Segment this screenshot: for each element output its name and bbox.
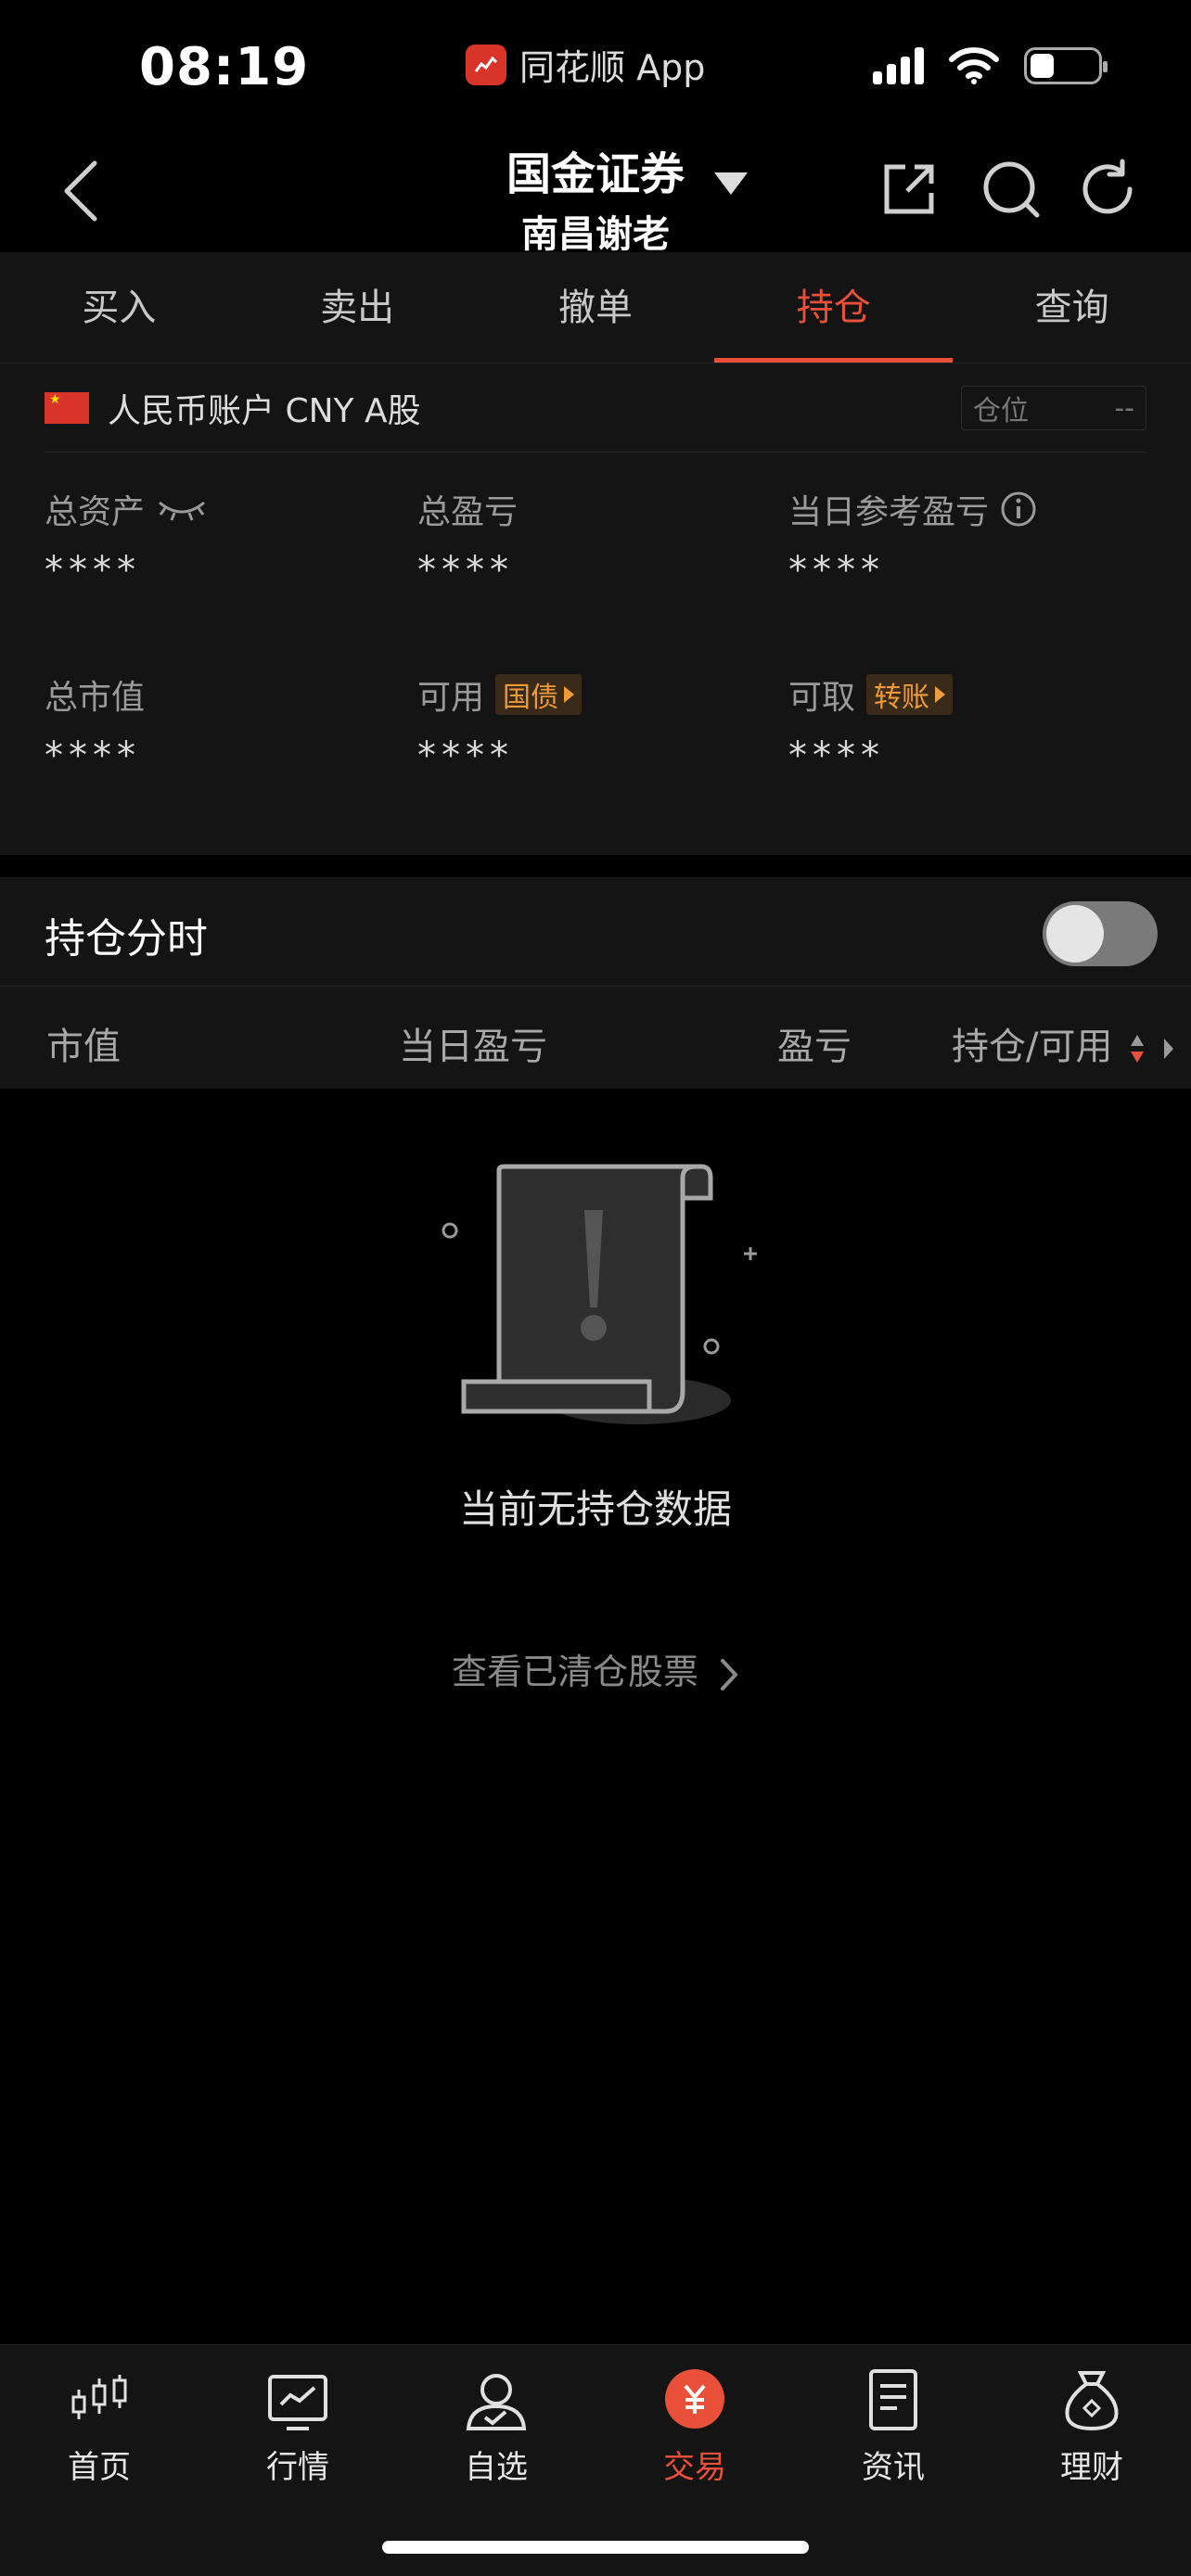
status-app-indicator[interactable]: 同花顺 App — [466, 39, 705, 90]
account-panel: 人民币账户 CNY A股 仓位 -- 总资产 **** 总盈亏 **** 当日参… — [0, 363, 1191, 855]
sort-icon — [1131, 1035, 1145, 1063]
nav-wealth-label: 理财 — [1060, 2449, 1123, 2486]
chevron-right-icon — [721, 1658, 738, 1690]
nav-home[interactable]: 首页 — [0, 2345, 198, 2576]
position-value: -- — [1114, 391, 1134, 425]
user-icon — [466, 2374, 527, 2430]
status-time: 08:19 — [139, 37, 310, 97]
nav-market[interactable]: 行情 — [198, 2345, 397, 2576]
home-indicator[interactable] — [382, 2541, 809, 2554]
nav-news[interactable]: 资讯 — [794, 2345, 992, 2576]
account-label: 人民币账户 CNY A股 — [108, 391, 421, 430]
status-app-name: 同花顺 App — [519, 47, 706, 88]
toggle-knob — [1046, 905, 1104, 963]
holdings-intraday-bar: 持仓分时 — [0, 877, 1191, 987]
total-assets-value: **** — [45, 549, 141, 592]
chart-icon — [268, 2375, 327, 2430]
play-arrow-icon — [935, 686, 946, 703]
column-daily-pnl[interactable]: 当日盈亏 — [399, 1016, 547, 1070]
account-row: 人民币账户 CNY A股 仓位 -- — [45, 363, 1146, 453]
stat-available: 可用 国债 **** — [417, 671, 788, 777]
nav-header: 国金证券 南昌谢老 — [0, 130, 1191, 256]
column-market-value[interactable]: 市值 — [46, 1016, 121, 1070]
withdrawable-label: 可取 — [788, 679, 856, 717]
nav-trade-label: 交易 — [663, 2449, 726, 2486]
nav-watchlist-label: 自选 — [465, 2449, 528, 2486]
signal-icon — [873, 47, 924, 84]
info-icon[interactable] — [1000, 491, 1037, 528]
column-pnl[interactable]: 盈亏 — [777, 1016, 852, 1070]
nav-news-label: 资讯 — [862, 2449, 925, 2486]
tab-buy[interactable]: 买入 — [0, 252, 238, 363]
tab-holdings[interactable]: 持仓 — [714, 252, 953, 363]
total-pnl-label: 总盈亏 — [417, 493, 519, 531]
broker-name: 国金证券 — [506, 148, 685, 200]
tab-sell[interactable]: 卖出 — [238, 252, 477, 363]
refresh-icon[interactable] — [1076, 158, 1139, 221]
holdings-intraday-toggle[interactable] — [1043, 901, 1158, 966]
available-value: **** — [417, 734, 514, 777]
chevron-right-icon — [1163, 1039, 1173, 1059]
status-icons — [873, 46, 1108, 85]
column-position-available[interactable]: 持仓/可用 — [952, 1016, 1175, 1070]
daily-pnl-value: **** — [788, 549, 885, 592]
column-position-available-label: 持仓/可用 — [952, 1026, 1113, 1068]
nav-market-label: 行情 — [266, 2449, 329, 2486]
stat-total-pnl: 总盈亏 **** — [417, 486, 788, 592]
position-box: 仓位 -- — [961, 386, 1146, 430]
play-arrow-icon — [564, 686, 575, 703]
empty-state-message: 当前无持仓数据 — [458, 1486, 732, 1532]
empty-document-icon — [442, 1164, 757, 1424]
view-cleared-stocks-link[interactable]: 查看已清仓股票 — [0, 1643, 1191, 1694]
share-icon[interactable] — [877, 158, 941, 221]
transfer-button[interactable]: 转账 — [866, 674, 954, 715]
document-icon — [869, 2369, 917, 2430]
market-value-label: 总市值 — [45, 679, 146, 717]
search-icon[interactable] — [980, 158, 1043, 221]
holdings-intraday-title: 持仓分时 — [45, 915, 208, 963]
withdrawable-value: **** — [788, 734, 885, 777]
daily-pnl-label: 当日参考盈亏 — [788, 493, 990, 531]
china-flag-icon — [45, 391, 89, 424]
battery-level — [1031, 54, 1054, 78]
total-pnl-value: **** — [417, 549, 514, 592]
trade-tabs: 买入 卖出 撤单 持仓 查询 — [0, 252, 1191, 363]
stat-withdrawable: 可取 转账 **** — [788, 671, 1159, 777]
money-bag-icon — [1065, 2371, 1119, 2431]
stat-total-assets: 总资产 **** — [45, 486, 416, 592]
treasury-bond-label: 国债 — [503, 682, 559, 714]
treasury-bond-button[interactable]: 国债 — [495, 674, 583, 715]
position-label: 仓位 — [973, 395, 1029, 427]
app-logo-icon — [466, 44, 506, 85]
holdings-column-header: 市值 当日盈亏 盈亏 持仓/可用 — [0, 987, 1191, 1089]
tab-cancel-order[interactable]: 撤单 — [477, 252, 715, 363]
available-label: 可用 — [417, 679, 485, 717]
tab-query[interactable]: 查询 — [953, 252, 1191, 363]
nav-home-label: 首页 — [68, 2449, 131, 2486]
market-value-value: **** — [45, 734, 141, 777]
stat-market-value: 总市值 **** — [45, 671, 416, 777]
wifi-icon — [949, 47, 999, 84]
transfer-label: 转账 — [874, 682, 930, 714]
nav-wealth[interactable]: 理财 — [992, 2345, 1191, 2576]
total-assets-label: 总资产 — [45, 493, 146, 531]
stat-daily-pnl: 当日参考盈亏 **** — [788, 486, 1159, 592]
eye-closed-icon[interactable] — [156, 495, 208, 523]
view-cleared-stocks-label: 查看已清仓股票 — [451, 1651, 698, 1692]
candlestick-icon — [71, 2375, 127, 2419]
yuan-icon — [665, 2369, 724, 2429]
dropdown-caret-icon[interactable] — [712, 169, 749, 197]
battery-icon — [1024, 47, 1108, 84]
status-bar: 08:19 同花顺 App — [0, 0, 1191, 130]
